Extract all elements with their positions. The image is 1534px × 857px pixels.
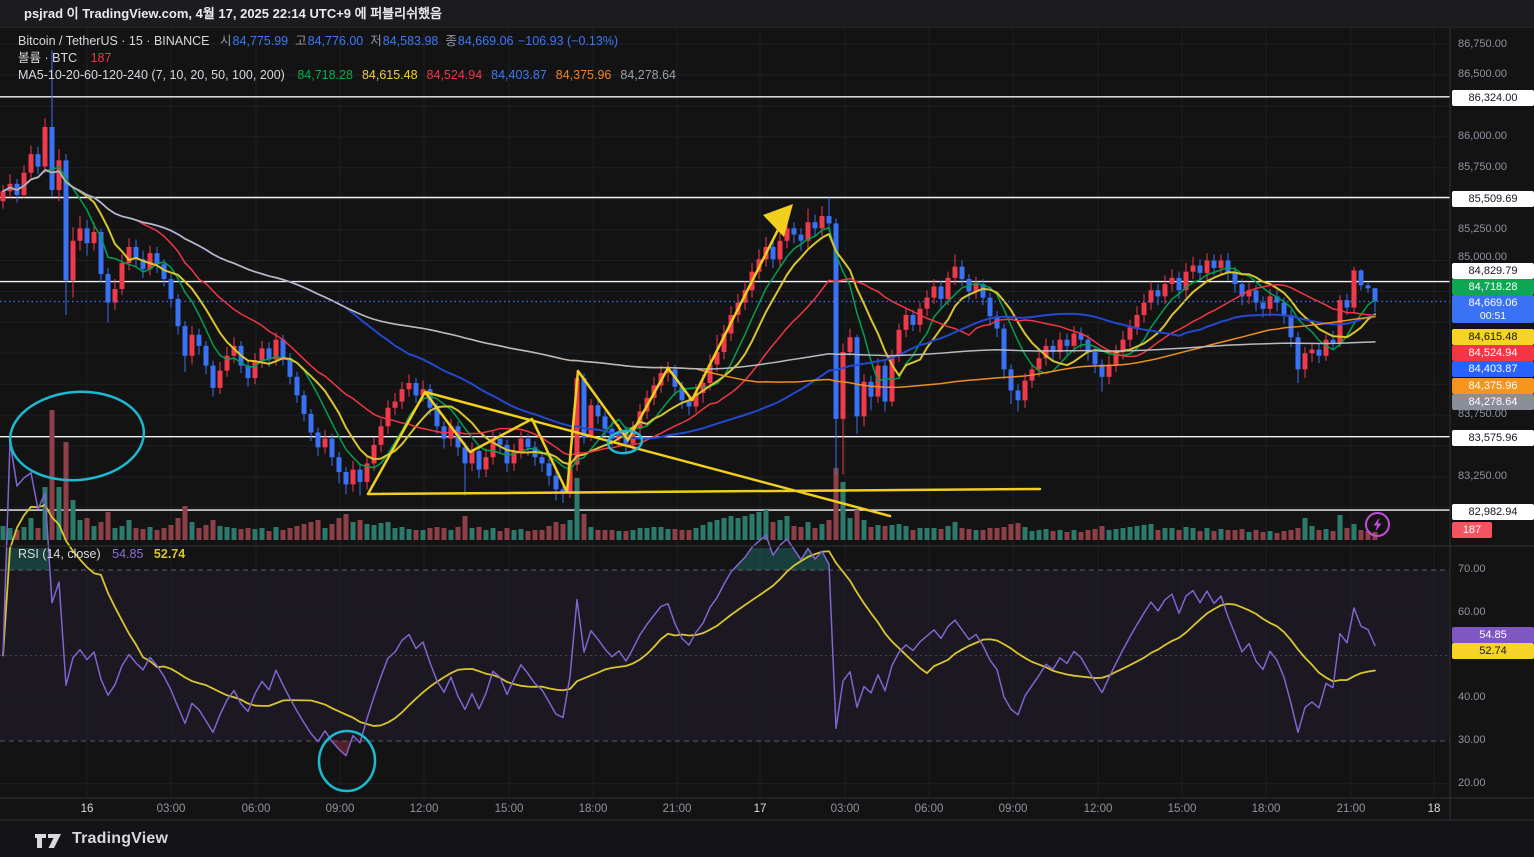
time-axis-label: 15:00 bbox=[1167, 803, 1197, 815]
rsi-label: RSI (14, close) bbox=[18, 547, 101, 561]
time-axis-label: 06:00 bbox=[241, 803, 271, 815]
publish-info-bar: psjrad 이 TradingView.com, 4월 17, 2025 22… bbox=[0, 0, 1534, 28]
price-badge: 84,375.96 bbox=[1452, 378, 1534, 394]
rsi-value: 54.85 bbox=[112, 547, 144, 561]
ohlc-field-label: 종 bbox=[445, 34, 457, 48]
time-axis-label: 21:00 bbox=[662, 803, 692, 815]
ohlc-field-value: 84,669.06 bbox=[457, 34, 514, 48]
time-axis-label: 18 bbox=[1427, 803, 1441, 815]
rsi-legend[interactable]: RSI (14, close) 54.85 52.74 bbox=[18, 547, 185, 561]
instant-trading-button[interactable] bbox=[1364, 511, 1391, 538]
price-badge: 84,278.64 bbox=[1452, 394, 1534, 410]
ohlc-field-value: 84,583.98 bbox=[382, 34, 439, 48]
ohlc-field-value: 84,776.00 bbox=[307, 34, 364, 48]
price-badge: 82,982.94 bbox=[1452, 504, 1534, 520]
price-badge: 83,575.96 bbox=[1452, 430, 1534, 446]
tradingview-published-chart: psjrad 이 TradingView.com, 4월 17, 2025 22… bbox=[0, 0, 1534, 857]
ma-value: 84,718.28 bbox=[297, 68, 353, 82]
time-axis-label: 09:00 bbox=[325, 803, 355, 815]
price-badge: 85,509.69 bbox=[1452, 191, 1534, 207]
time-axis-label: 12:00 bbox=[409, 803, 439, 815]
volume-label: 볼륨 · BTC bbox=[18, 51, 78, 65]
time-axis-label: 18:00 bbox=[1251, 803, 1281, 815]
symbol-legend-row[interactable]: Bitcoin / TetherUS · 15 · BINANCE 시84,77… bbox=[18, 33, 676, 50]
ohlc-values: 시84,775.99 고84,776.00 저84,583.98 종84,669.06 bbox=[213, 34, 514, 48]
rsi-axis-label: 70.00 bbox=[1458, 563, 1486, 575]
volume-value: 187 bbox=[90, 51, 112, 65]
lightning-icon bbox=[1365, 512, 1390, 537]
ma-value: 84,403.87 bbox=[491, 68, 547, 82]
change-value: −106.93 (−0.13%) bbox=[517, 34, 619, 48]
price-badge: 84,829.79 bbox=[1452, 263, 1534, 279]
tradingview-brand-text[interactable]: TradingView bbox=[72, 830, 168, 848]
ma-value: 84,375.96 bbox=[555, 68, 612, 82]
rsi-axis-label: 40.00 bbox=[1458, 691, 1486, 703]
price-badge: 52.74 bbox=[1452, 643, 1534, 659]
time-axis-label: 12:00 bbox=[1083, 803, 1113, 815]
ohlc-field-label: 시 bbox=[220, 34, 232, 48]
time-axis-label: 18:00 bbox=[578, 803, 608, 815]
price-axis-label: 85,750.00 bbox=[1458, 161, 1507, 173]
ma-values: 84,718.28 84,615.48 84,524.94 84,403.87 84,3… bbox=[288, 68, 676, 82]
symbol-title: Bitcoin / TetherUS · 15 · BINANCE bbox=[18, 34, 210, 48]
price-badge: 187 bbox=[1452, 522, 1492, 538]
time-axis-label: 15:00 bbox=[494, 803, 524, 815]
time-axis-label: 03:00 bbox=[830, 803, 860, 815]
ma-value: 84,615.48 bbox=[361, 68, 418, 82]
price-axis-label: 86,750.00 bbox=[1458, 38, 1507, 50]
price-badge: 86,324.00 bbox=[1452, 90, 1534, 106]
rsi-axis-label: 60.00 bbox=[1458, 606, 1486, 618]
rsi-ma-value: 52.74 bbox=[153, 547, 186, 561]
price-badge: 84,615.48 bbox=[1452, 329, 1534, 345]
ma-label: MA5-10-20-60-120-240 (7, 10, 20, 50, 100… bbox=[18, 68, 285, 82]
ohlc-field-label: 저 bbox=[370, 34, 382, 48]
price-axis-label: 85,250.00 bbox=[1458, 223, 1507, 235]
ma-legend-row[interactable]: MA5-10-20-60-120-240 (7, 10, 20, 50, 100… bbox=[18, 67, 676, 84]
price-badge: 84,718.28 bbox=[1452, 279, 1534, 295]
time-axis-label: 09:00 bbox=[998, 803, 1028, 815]
chart-canvas[interactable] bbox=[0, 0, 1534, 857]
price-axis-label: 83,250.00 bbox=[1458, 470, 1507, 482]
price-axis-label: 86,000.00 bbox=[1458, 130, 1507, 142]
price-badge: 84,403.87 bbox=[1452, 361, 1534, 377]
countdown-timer: 00:51 bbox=[1479, 310, 1507, 322]
rsi-axis-label: 20.00 bbox=[1458, 777, 1486, 789]
ma-value: 84,524.94 bbox=[426, 68, 483, 82]
price-badge: 84,524.94 bbox=[1452, 345, 1534, 361]
time-axis-label: 16 bbox=[80, 803, 94, 815]
tradingview-logo-icon[interactable] bbox=[34, 827, 64, 851]
ma-value: 84,278.64 bbox=[620, 68, 676, 82]
publish-info-text: psjrad 이 TradingView.com, 4월 17, 2025 22… bbox=[24, 6, 442, 21]
ohlc-field-label: 고 bbox=[295, 34, 307, 48]
time-axis-label: 06:00 bbox=[914, 803, 944, 815]
price-axis-label: 86,500.00 bbox=[1458, 68, 1507, 80]
time-axis-label: 21:00 bbox=[1336, 803, 1366, 815]
time-axis-label: 03:00 bbox=[156, 803, 186, 815]
price-badge: 84,669.06 00:51 bbox=[1452, 295, 1534, 323]
volume-legend-row[interactable]: 볼륨 · BTC 187 bbox=[18, 50, 676, 67]
ohlc-field-value: 84,775.99 bbox=[232, 34, 289, 48]
footer-bar: TradingView bbox=[0, 821, 1534, 857]
rsi-axis-label: 30.00 bbox=[1458, 734, 1486, 746]
price-axis-label: 85,000.00 bbox=[1458, 251, 1507, 263]
main-chart-legend[interactable]: Bitcoin / TetherUS · 15 · BINANCE 시84,77… bbox=[18, 33, 676, 84]
price-badge: 54.85 bbox=[1452, 627, 1534, 643]
time-axis-label: 17 bbox=[753, 803, 767, 815]
